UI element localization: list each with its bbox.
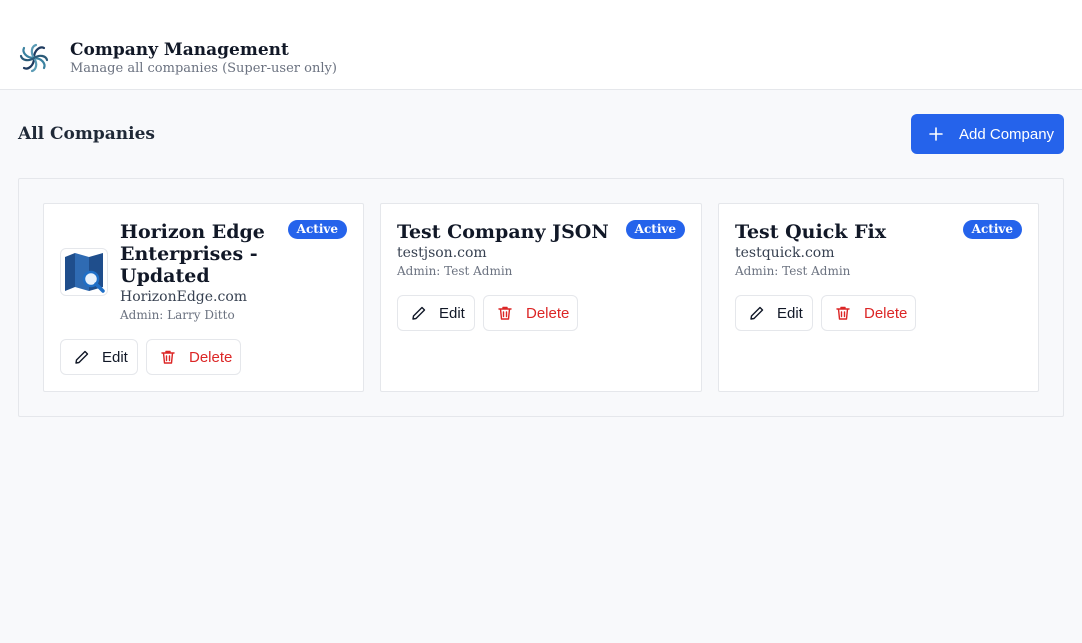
add-company-button[interactable]: Add Company [911, 114, 1064, 154]
edit-label: Edit [102, 348, 128, 366]
pencil-icon [75, 350, 89, 364]
company-name: Test Company JSON [397, 221, 609, 243]
delete-button[interactable]: Delete [821, 295, 916, 331]
companies-panel: Horizon Edge Enterprises - Updated Activ… [18, 178, 1064, 417]
page-title: Company Management [70, 40, 289, 60]
company-card: Horizon Edge Enterprises - Updated Activ… [43, 203, 364, 392]
add-company-label: Add Company [959, 125, 1055, 143]
plus-icon [929, 127, 943, 141]
edit-button[interactable]: Edit [60, 339, 138, 375]
trash-icon [161, 350, 175, 364]
pencil-icon [412, 306, 426, 320]
company-domain: testjson.com [397, 245, 487, 261]
company-name: Test Quick Fix [735, 221, 887, 243]
delete-button[interactable]: Delete [146, 339, 241, 375]
pencil-icon [750, 306, 764, 320]
section-title: All Companies [18, 124, 155, 144]
company-domain: testquick.com [735, 245, 835, 261]
edit-button[interactable]: Edit [735, 295, 813, 331]
page-subtitle: Manage all companies (Super-user only) [70, 61, 337, 76]
app-logo-icon [19, 43, 49, 73]
delete-label: Delete [526, 304, 570, 322]
company-name: Horizon Edge Enterprises - Updated [120, 221, 265, 287]
edit-label: Edit [439, 304, 465, 322]
company-card: Test Company JSON Active testjson.com Ad… [380, 203, 702, 392]
status-badge: Active [625, 220, 685, 239]
top-bar: Company Management Manage all companies … [0, 0, 1082, 90]
status-badge: Active [962, 220, 1022, 239]
delete-label: Delete [189, 348, 233, 366]
company-card: Test Quick Fix Active testquick.com Admi… [718, 203, 1039, 392]
company-admin: Admin: Test Admin [397, 264, 513, 278]
delete-button[interactable]: Delete [483, 295, 578, 331]
status-badge: Active [287, 220, 347, 239]
map-search-icon [65, 253, 105, 293]
delete-label: Delete [864, 304, 908, 322]
company-admin: Admin: Test Admin [735, 264, 851, 278]
trash-icon [498, 306, 512, 320]
company-logo [60, 248, 108, 296]
trash-icon [836, 306, 850, 320]
edit-label: Edit [777, 304, 803, 322]
company-domain: HorizonEdge.com [120, 289, 248, 305]
company-admin: Admin: Larry Ditto [120, 308, 235, 322]
edit-button[interactable]: Edit [397, 295, 475, 331]
